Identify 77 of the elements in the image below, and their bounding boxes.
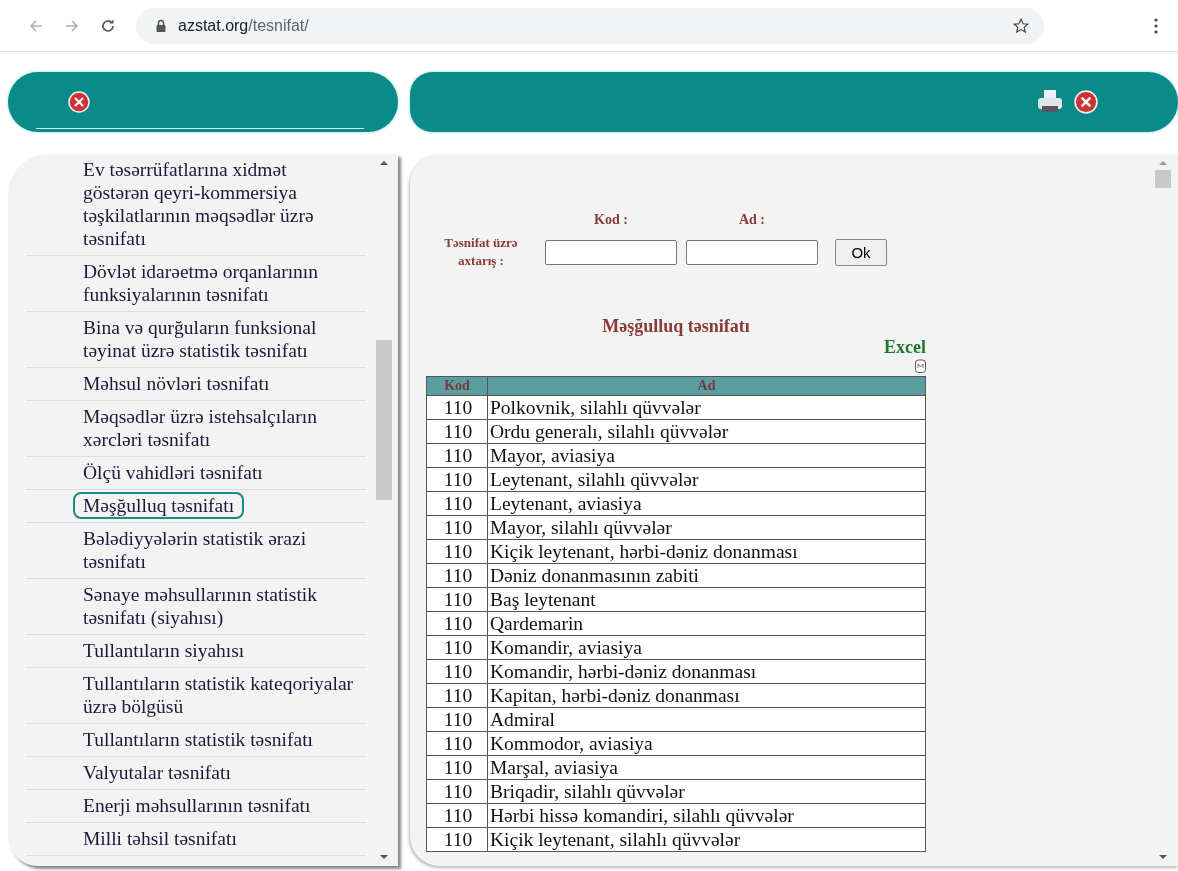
sidebar-item[interactable]: Bələdiyyələrin statistik ərazi təsnifatı <box>73 525 365 575</box>
menu-icon[interactable] <box>1154 17 1158 34</box>
column-header: Kod <box>426 376 488 396</box>
table-cell: Qardemarin <box>487 611 926 636</box>
scroll-down-icon[interactable] <box>380 854 388 860</box>
table-cell: 110 <box>426 731 488 756</box>
sidebar-item[interactable]: Ölçü vahidləri təsnifatı <box>73 459 273 486</box>
ok-button[interactable]: Ok <box>835 238 887 266</box>
table-cell: 110 <box>426 419 488 444</box>
sidebar-item[interactable]: Məhsul növləri təsnifatı <box>73 370 280 397</box>
table-cell: 110 <box>426 491 488 516</box>
table-cell: Mayor, silahlı qüvvələr <box>487 515 926 540</box>
table-cell: 110 <box>426 467 488 492</box>
table-cell: 110 <box>426 779 488 804</box>
url-text: azstat.org/tesnifat/ <box>178 16 310 35</box>
table-cell: 110 <box>426 659 488 684</box>
table-cell: 110 <box>426 395 488 420</box>
sidebar-item[interactable]: Milli təhsil təsnifatı <box>73 825 247 852</box>
table-cell: Komandir, aviasiya <box>487 635 926 660</box>
sidebar-item[interactable]: Məqsədlər üzrə istehsalçıların xərcləri təsnifatı <box>73 403 365 453</box>
table-cell: Kapitan, hərbi-dəniz donanması <box>487 683 926 708</box>
table-cell: Kiçik leytenant, hərbi-dəniz donanması <box>487 539 926 564</box>
sidebar-item[interactable]: Valyutalar təsnifatı <box>73 759 241 786</box>
table-cell: 110 <box>426 563 488 588</box>
table-cell: 110 <box>426 515 488 540</box>
table-cell: 110 <box>426 803 488 828</box>
table-cell: Leytenant, silahlı qüvvələr <box>487 467 926 492</box>
table-cell: Dəniz donanmasının zabiti <box>487 563 926 588</box>
table-cell: Leytenant, aviasiya <box>487 491 926 516</box>
scrollbar-thumb[interactable] <box>1155 170 1171 188</box>
table-cell: Polkovnik, silahlı qüvvələr <box>487 395 926 420</box>
table-cell: Admiral <box>487 707 926 732</box>
table-cell: Briqadir, silahlı qüvvələr <box>487 779 926 804</box>
sidebar-item[interactable]: Enerji məhsullarının təsnifatı <box>73 792 321 819</box>
sidebar-item[interactable]: Dövlət idarəetmə orqanlarının funksiyalarının təsnifatı <box>73 258 365 308</box>
table-cell: 110 <box>426 683 488 708</box>
file-icon[interactable] <box>915 359 926 373</box>
star-icon[interactable] <box>1012 16 1030 35</box>
table-title: Məşğulluq təsnifatı <box>601 316 751 337</box>
sidebar-item[interactable]: Bina və qurğuların funksional təyinat üzrə statistik təsnifatı <box>73 314 365 364</box>
table-cell: 110 <box>426 539 488 564</box>
scroll-down-icon[interactable] <box>1159 854 1167 860</box>
name-input[interactable] <box>686 239 818 265</box>
table-cell: 110 <box>426 707 488 732</box>
close-icon[interactable] <box>1074 90 1098 114</box>
table-cell: Baş leytenant <box>487 587 926 612</box>
table-cell: Ordu generalı, silahlı qüvvələr <box>487 419 926 444</box>
close-icon[interactable] <box>68 91 90 113</box>
code-label: Kod : <box>593 212 629 228</box>
name-label: Ad : <box>737 212 767 228</box>
sidebar-item[interactable]: Tullantıların statistik təsnifatı <box>73 726 324 753</box>
address-bar[interactable]: azstat.org/tesnifat/ <box>136 7 1044 44</box>
search-label: Təsnifat üzrə axtarış : <box>443 234 519 270</box>
table-cell: Mayor, aviasiya <box>487 443 926 468</box>
sidebar-item[interactable]: Sənaye məhsullarının statistik təsnifatı (siyahısı) <box>73 581 365 631</box>
column-header: Ad <box>487 376 926 396</box>
scrollbar-thumb[interactable] <box>376 340 392 500</box>
table-cell: 110 <box>426 635 488 660</box>
scroll-up-icon[interactable] <box>380 160 388 166</box>
excel-link[interactable]: Excel <box>884 337 926 358</box>
table-cell: Kommodor, aviasiya <box>487 731 926 756</box>
sidebar-item[interactable]: Məşğulluq təsnifatı <box>73 492 245 519</box>
table-cell: 110 <box>426 443 488 468</box>
sidebar-item[interactable]: Ev təsərrüfatlarına xidmət göstərən qeyri-kommersiya təşkilatlarının məqsədlər üzrə təsnifatı <box>73 156 365 252</box>
table-cell: 110 <box>426 587 488 612</box>
table-cell: Hərbi hissə komandiri, silahlı qüvvələr <box>487 803 926 828</box>
reload-icon[interactable] <box>100 17 116 34</box>
table-cell: 110 <box>426 611 488 636</box>
table-cell: 110 <box>426 755 488 780</box>
code-input[interactable] <box>545 239 677 265</box>
lock-icon <box>156 19 166 32</box>
sidebar-item[interactable]: Tullantıların statistik kateqoriyalar üzrə bölgüsü <box>73 670 365 720</box>
sidebar-item[interactable]: Tullantıların siyahısı <box>73 637 255 664</box>
table-cell: Komandir, hərbi-dəniz donanması <box>487 659 926 684</box>
table-cell: Kiçik leytenant, silahlı qüvvələr <box>487 827 926 852</box>
table-cell: Marşal, aviasiya <box>487 755 926 780</box>
table-cell: 110 <box>426 827 488 852</box>
